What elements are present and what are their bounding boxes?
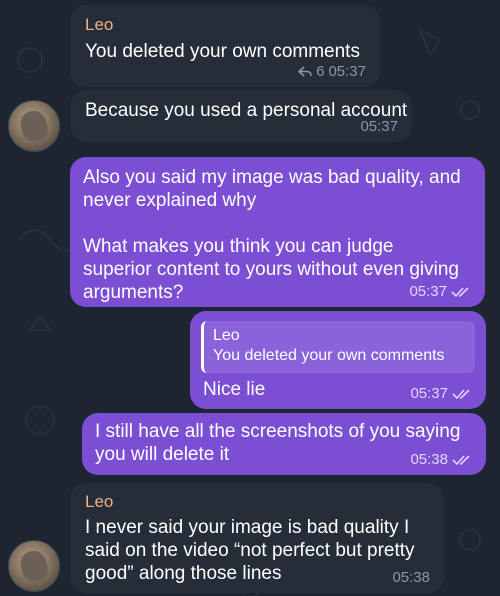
message-meta: 05:38 — [392, 569, 430, 586]
message-bubble[interactable]: Because you used a personal account 05:3… — [70, 90, 412, 142]
message-meta: 05:37 — [360, 118, 398, 135]
message-text: I still have all the screenshots of you … — [95, 421, 461, 465]
message-text: I never said your image is bad quality I… — [85, 517, 415, 584]
message-text: You deleted your own comments — [85, 41, 360, 62]
message-time: 05:37 — [328, 63, 366, 80]
message-text: Also you said my image was bad quality, … — [83, 167, 461, 303]
message-meta: 05:37 — [410, 385, 472, 402]
double-check-icon — [452, 388, 470, 399]
message-time: 05:37 — [409, 283, 447, 300]
sender-name[interactable]: Leo — [85, 492, 113, 512]
message-meta: 05:38 — [410, 451, 472, 468]
message-meta: 6 05:37 — [298, 63, 366, 80]
message-time: 05:38 — [392, 569, 430, 586]
quote-sender: Leo — [213, 327, 240, 344]
message-bubble[interactable]: Also you said my image was bad quality, … — [70, 157, 485, 307]
message-text: Nice lie — [203, 379, 266, 400]
quote-text: You deleted your own comments — [213, 347, 445, 364]
sender-name[interactable]: Leo — [85, 15, 113, 35]
reply-arrow-icon — [298, 65, 312, 77]
message-bubble[interactable]: Leo I never said your image is bad quali… — [70, 483, 444, 593]
avatar[interactable] — [8, 100, 60, 152]
message-time: 05:37 — [360, 118, 398, 135]
double-check-icon — [452, 454, 470, 465]
message-text: Because you used a personal account — [85, 100, 408, 121]
double-check-icon — [451, 286, 469, 297]
message-time: 05:38 — [410, 451, 448, 468]
message-time: 05:37 — [410, 385, 448, 402]
message-bubble[interactable]: Leo You deleted your own comments Nice l… — [190, 311, 486, 409]
message-bubble[interactable]: Leo You deleted your own comments 6 05:3… — [70, 5, 380, 87]
message-meta: 05:37 — [409, 283, 471, 300]
avatar[interactable] — [8, 540, 60, 592]
message-bubble[interactable]: I still have all the screenshots of you … — [82, 413, 486, 475]
quoted-message[interactable]: Leo You deleted your own comments — [201, 321, 475, 373]
reply-count[interactable]: 6 — [316, 63, 324, 80]
